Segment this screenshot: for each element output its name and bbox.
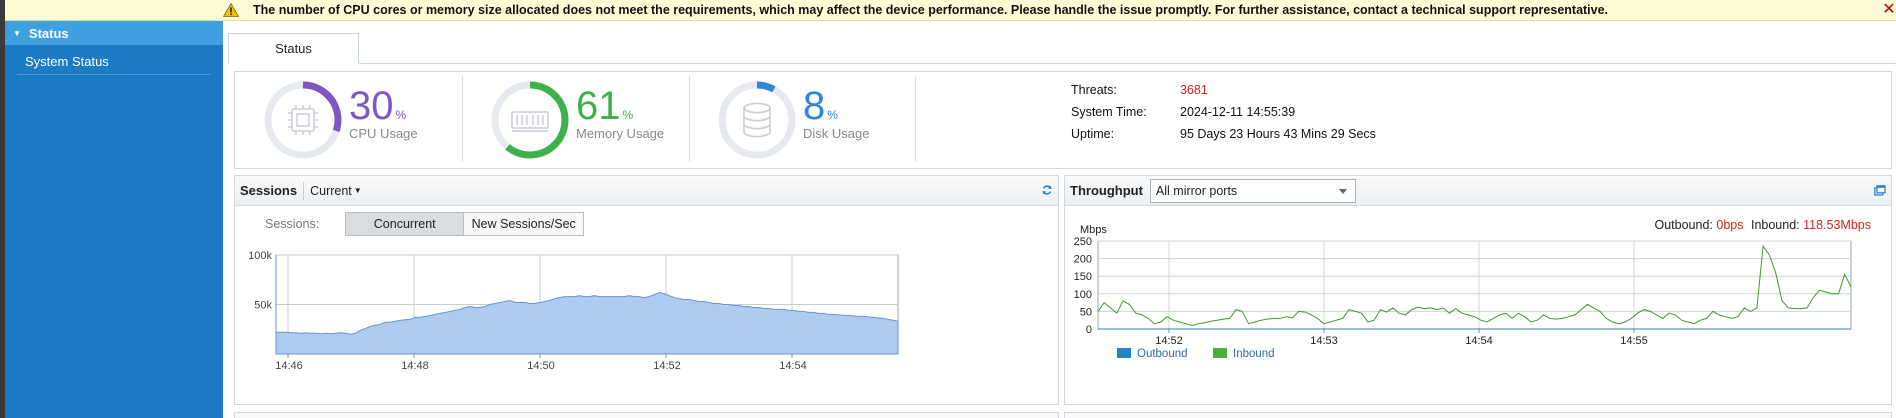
throughput-chart: Mbps250 200 150 100 50 0 14:52 14:53 14:54 14:55 O… bbox=[1074, 224, 1852, 360]
sessions-panel: Sessions Current ▼ Sessions: Concurrent N… bbox=[234, 175, 1059, 405]
legend-label-outbound: Outbound bbox=[1137, 348, 1188, 360]
sessions-y-tick-label: 100k bbox=[248, 250, 272, 262]
caret-down-icon: ▼ bbox=[13, 28, 21, 38]
threats-label: Threats: bbox=[1071, 83, 1117, 97]
throughput-y-tick-label: 200 bbox=[1074, 254, 1092, 266]
sidebar-section-label: Status bbox=[28, 25, 69, 41]
port-select[interactable]: All mirror ports bbox=[1149, 178, 1356, 203]
warning-message: The number of CPU cores or memory size a… bbox=[253, 3, 1609, 17]
throughput-panel: Throughput All mirror ports Outbound: 0b… bbox=[1064, 175, 1892, 405]
disk-label: Disk Usage bbox=[803, 126, 870, 141]
sessions-segment-label: Sessions: bbox=[265, 217, 320, 231]
throughput-x-tick-label: 14:53 bbox=[1310, 335, 1338, 347]
throughput-x-tick-label: 14:52 bbox=[1155, 335, 1183, 347]
disk-value-number: 8 bbox=[803, 84, 826, 128]
warning-banner: The number of CPU cores or memory size a… bbox=[5, 0, 1896, 21]
sessions-panel-header: Sessions Current ▼ bbox=[235, 176, 1058, 206]
caret-down-icon: ▼ bbox=[353, 186, 362, 195]
uptime-value: 95 Days 23 Hours 43 Mins 29 Secs bbox=[1180, 127, 1376, 141]
throughput-y-tick-label: 100 bbox=[1074, 289, 1092, 301]
sessions-segment-row: Sessions: Concurrent New Sessions/Sec bbox=[265, 212, 585, 236]
disk-value-unit: % bbox=[827, 108, 838, 122]
system-time-value: 2024-12-11 14:55:39 bbox=[1180, 105, 1296, 119]
throughput-y-tick-label: 0 bbox=[1086, 324, 1092, 336]
memory-module-icon bbox=[511, 111, 549, 132]
sidebar: ▼ Status System Status bbox=[5, 21, 223, 418]
divider bbox=[915, 76, 916, 162]
cpu-value-unit: % bbox=[395, 108, 407, 122]
sidebar-item-label: System Status bbox=[25, 54, 109, 69]
sessions-x-tick-label: 14:52 bbox=[653, 360, 681, 372]
warning-icon bbox=[223, 3, 239, 17]
cpu-gauge bbox=[264, 81, 342, 159]
disk-gauge bbox=[718, 81, 796, 159]
throughput-y-tick-label: 50 bbox=[1080, 306, 1092, 318]
sessions-chart: 100k 50k 14:46 14:48 14:50 14:52 14:54 bbox=[248, 250, 899, 372]
throughput-panel-header: Throughput All mirror ports bbox=[1065, 176, 1891, 206]
tab-label: Status bbox=[275, 41, 312, 56]
sessions-range-value: Current bbox=[310, 183, 352, 198]
tab-bar: Status bbox=[228, 33, 1896, 64]
refresh-icon[interactable] bbox=[1041, 184, 1053, 196]
system-time-label: System Time: bbox=[1071, 105, 1147, 119]
throughput-title: Throughput bbox=[1070, 183, 1143, 198]
port-select-value: All mirror ports bbox=[1155, 183, 1238, 198]
tab-status[interactable]: Status bbox=[228, 33, 359, 64]
throughput-y-axis-title: Mbps bbox=[1080, 224, 1107, 236]
sessions-x-tick-label: 14:48 bbox=[401, 360, 429, 372]
popout-icon[interactable] bbox=[1874, 185, 1886, 196]
legend-label-inbound: Inbound bbox=[1233, 348, 1275, 360]
throughput-y-tick-label: 150 bbox=[1074, 271, 1092, 283]
sidebar-item-system-status[interactable]: System Status bbox=[17, 49, 211, 75]
sessions-y-tick-label: 50k bbox=[254, 300, 272, 312]
memory-label: Memory Usage bbox=[576, 126, 665, 141]
cpu-label: CPU Usage bbox=[349, 126, 418, 141]
uptime-label: Uptime: bbox=[1071, 127, 1115, 141]
sessions-range-dropdown[interactable]: Current ▼ bbox=[303, 181, 362, 200]
device-stats-panel: 30% CPU Usage 61% Memory Usage 8% Disk U… bbox=[234, 71, 1892, 169]
throughput-x-tick-label: 14:54 bbox=[1465, 335, 1493, 347]
disk-database-icon bbox=[743, 102, 771, 138]
bottom-panel-left bbox=[234, 412, 1059, 418]
sessions-x-tick-label: 14:50 bbox=[527, 360, 555, 372]
new-sessions-per-sec-button[interactable]: New Sessions/Sec bbox=[464, 212, 585, 236]
legend-swatch-outbound bbox=[1117, 348, 1131, 358]
sessions-x-tick-label: 14:54 bbox=[779, 360, 807, 372]
sessions-x-tick-label: 14:46 bbox=[275, 360, 303, 372]
sessions-title: Sessions bbox=[240, 183, 298, 198]
legend-swatch-inbound bbox=[1213, 348, 1227, 358]
threats-value[interactable]: 3681 bbox=[1180, 83, 1208, 97]
throughput-y-tick-label: 250 bbox=[1074, 236, 1092, 248]
divider bbox=[462, 76, 463, 162]
memory-value-unit: % bbox=[622, 108, 634, 122]
divider bbox=[689, 76, 690, 162]
concurrent-button[interactable]: Concurrent bbox=[345, 212, 465, 236]
close-icon[interactable]: ✕ bbox=[1882, 0, 1896, 20]
sidebar-section-status[interactable]: ▼ Status bbox=[5, 21, 223, 45]
throughput-x-tick-label: 14:55 bbox=[1620, 335, 1648, 347]
chevron-down-icon bbox=[1338, 188, 1347, 194]
memory-value-number: 61 bbox=[576, 84, 621, 128]
cpu-chip-icon bbox=[288, 105, 318, 135]
cpu-value-number: 30 bbox=[349, 84, 394, 128]
bottom-panel-right bbox=[1064, 412, 1892, 418]
memory-gauge bbox=[491, 81, 569, 159]
